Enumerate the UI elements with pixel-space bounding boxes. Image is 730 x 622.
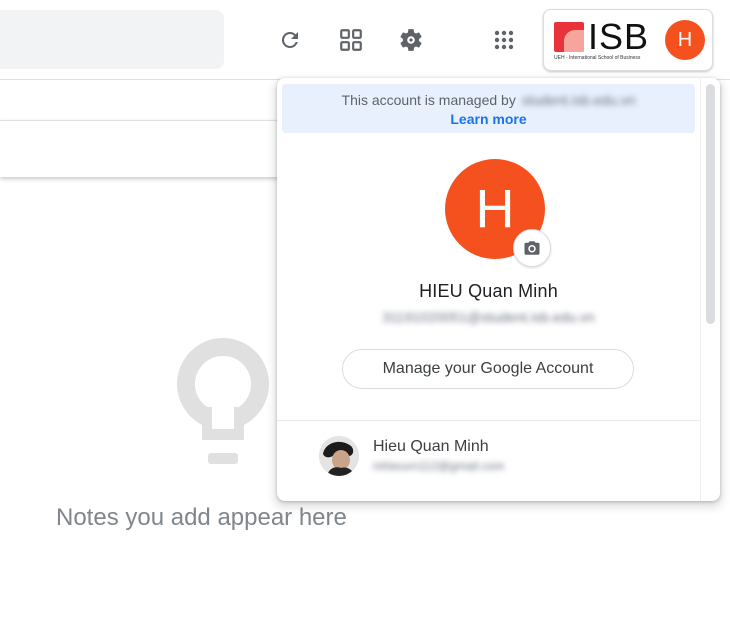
empty-state-text: Notes you add appear here — [56, 504, 347, 531]
account-chip[interactable]: ISB UEH - International School of Busine… — [543, 9, 713, 71]
other-account-name: Hieu Quan Minh — [373, 438, 489, 455]
manage-account-button[interactable]: Manage your Google Account — [342, 349, 634, 389]
isb-logo-text: ISB — [588, 16, 650, 57]
avatar — [319, 436, 359, 476]
apps-icon[interactable] — [484, 20, 524, 60]
scrollbar-thumb[interactable] — [706, 84, 715, 324]
managed-notice: This account is managed by — [341, 92, 516, 108]
avatar[interactable]: H — [665, 20, 705, 60]
settings-icon[interactable] — [391, 20, 431, 60]
account-email: 31191020051@student.isb.edu.vn — [382, 309, 595, 325]
camera-icon[interactable] — [513, 229, 551, 267]
other-account-item[interactable]: Hieu Quan Minh mhieuvn112@gmail.com — [277, 421, 700, 501]
other-account-email: mhieuvn112@gmail.com — [373, 459, 505, 473]
learn-more-link[interactable]: Learn more — [282, 111, 695, 127]
account-name: HIEU Quan Minh — [419, 281, 558, 301]
managed-domain: student.isb.edu.vn — [521, 92, 636, 108]
account-menu-panel: This account is managed by student.isb.e… — [277, 78, 720, 501]
refresh-icon[interactable] — [270, 20, 310, 60]
grid-view-icon[interactable] — [331, 20, 371, 60]
managed-banner: This account is managed by student.isb.e… — [282, 84, 695, 133]
top-bar: ISB UEH - International School of Busine… — [0, 0, 730, 80]
scrollbar[interactable] — [700, 78, 720, 501]
isb-logo-subtext: UEH - International School of Business — [554, 55, 641, 61]
lightbulb-icon — [175, 337, 271, 469]
isb-logo: ISB UEH - International School of Busine… — [554, 16, 654, 61]
search-bar[interactable] — [0, 10, 224, 69]
take-note-input[interactable] — [0, 120, 282, 177]
isb-logo-mark — [554, 22, 584, 52]
